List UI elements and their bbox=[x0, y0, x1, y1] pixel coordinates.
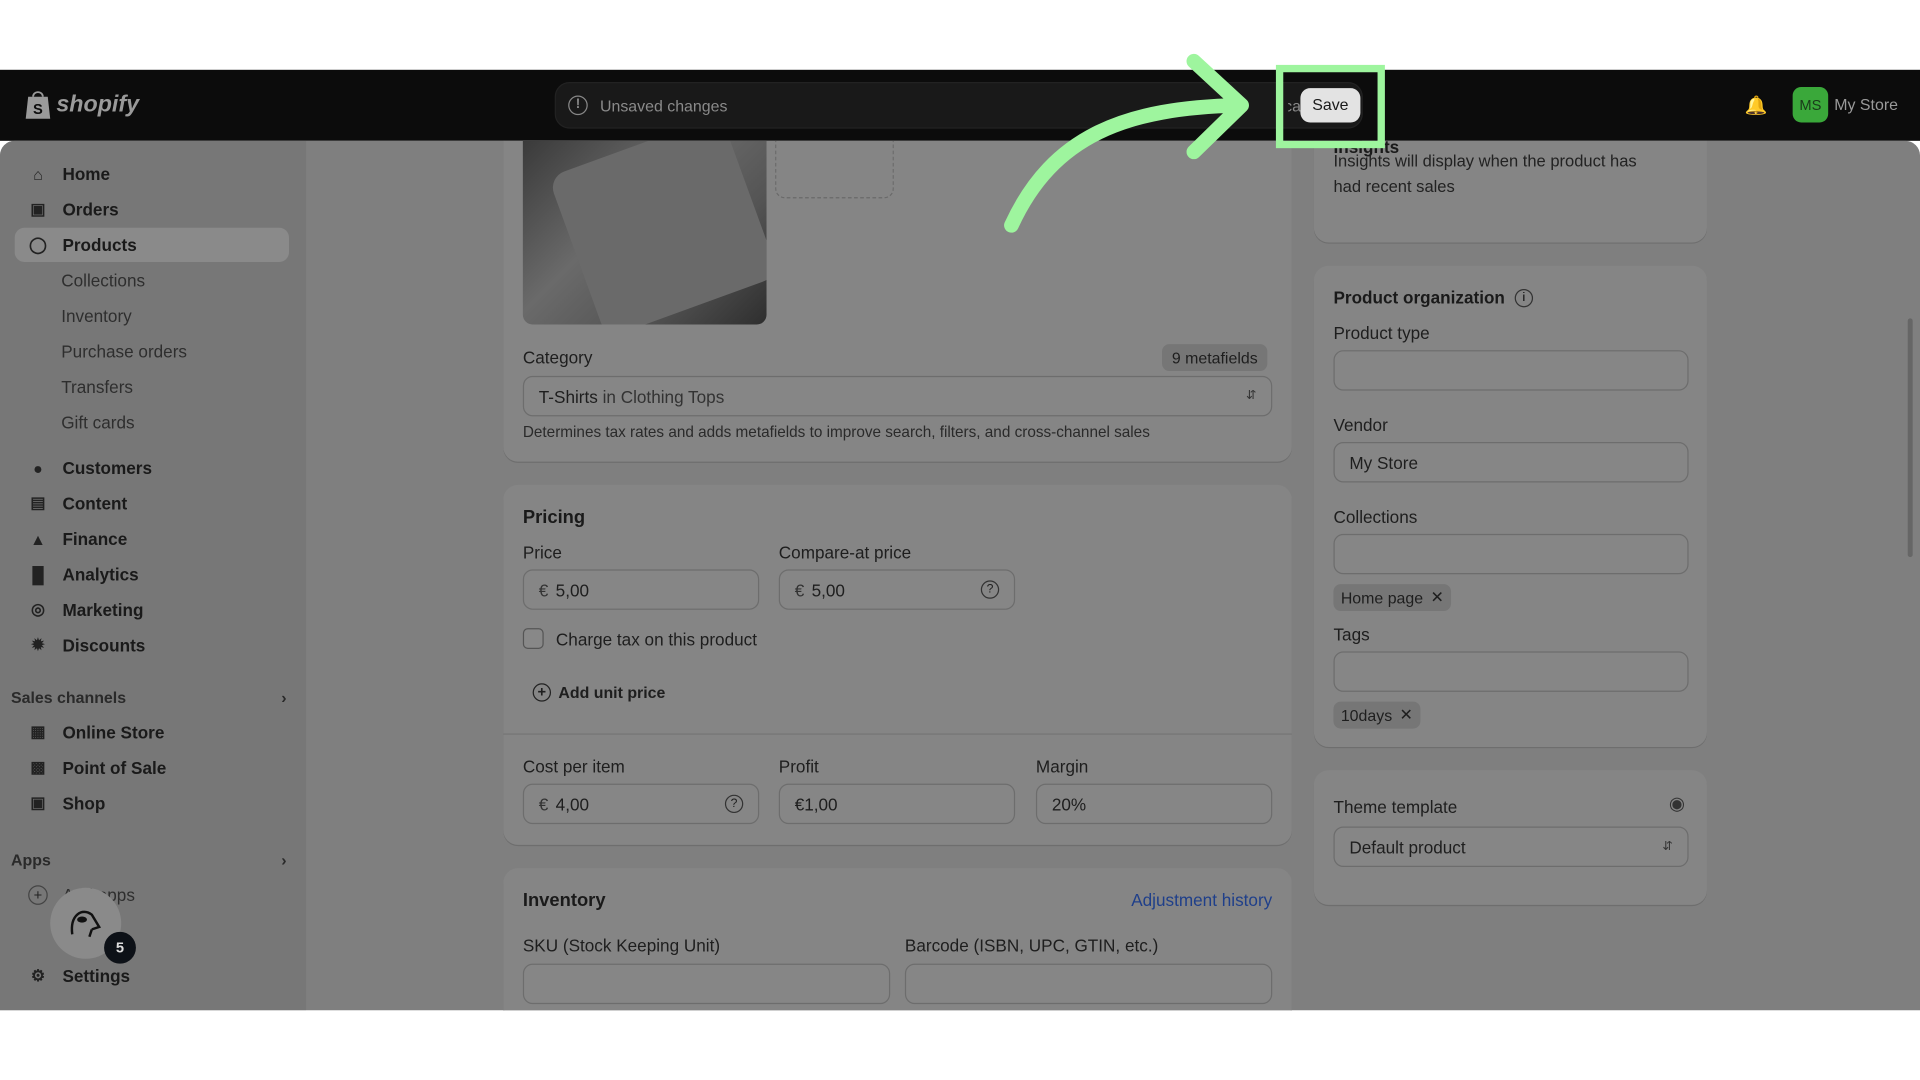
annotation-overlay bbox=[1004, 53, 1385, 233]
annotation-arrow bbox=[1004, 97, 1247, 233]
annotation-highlight-box bbox=[1275, 64, 1385, 149]
